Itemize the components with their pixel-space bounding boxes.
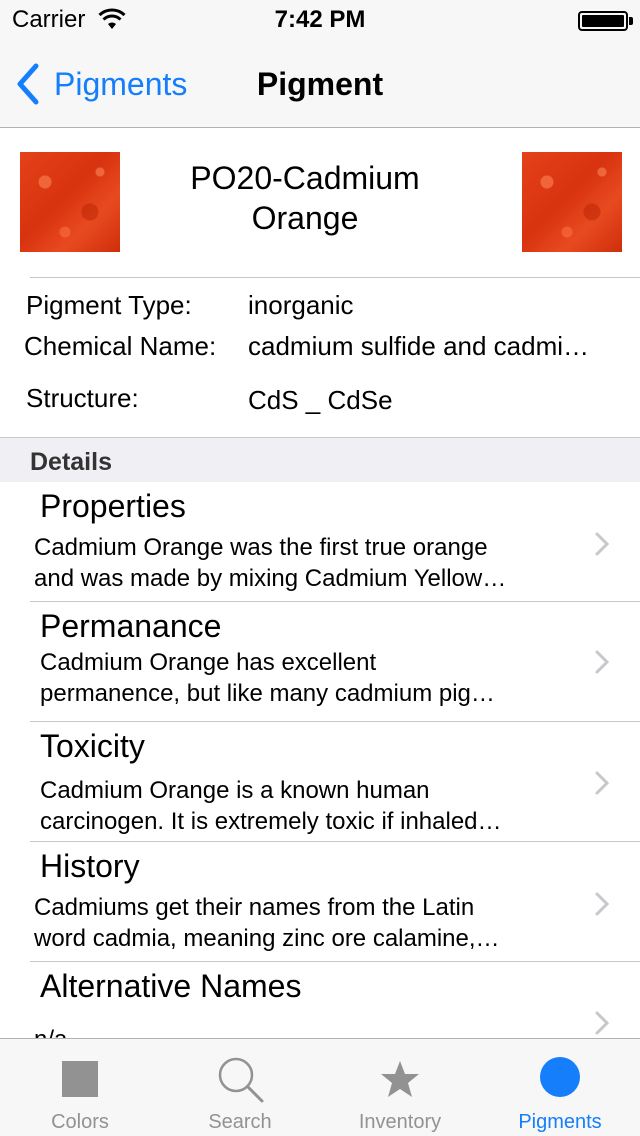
detail-title: History	[40, 848, 140, 884]
tab-label: Inventory	[358, 1111, 442, 1133]
pigment-swatch-image	[20, 152, 120, 252]
detail-text-line1: Cadmium Orange is a known human	[40, 777, 430, 804]
detail-text-line1: Cadmium Orange was the first true orange	[34, 534, 488, 561]
status-bar: Carrier 7:42 PM	[0, 0, 640, 40]
pigment-type-label: Pigment Type:	[26, 290, 192, 320]
structure-label: Structure:	[26, 383, 139, 413]
detail-text-line2: word cadmia, meaning zinc ore calamine,…	[34, 925, 500, 952]
page-title: Pigment	[256, 66, 384, 102]
detail-text-line2: permanence, but like many cadmium pig…	[40, 680, 495, 707]
header-divider	[30, 277, 640, 278]
tab-inventory[interactable]: Inventory	[320, 1039, 480, 1136]
star-icon	[381, 1061, 419, 1097]
square-icon	[62, 1061, 98, 1097]
structure-value: CdS _ CdSe	[248, 385, 393, 415]
chevron-right-icon	[595, 892, 610, 916]
tab-label: Pigments	[518, 1111, 602, 1133]
detail-text-line2: carcinogen. It is extremely toxic if inh…	[40, 808, 502, 835]
status-time: 7:42 PM	[274, 6, 366, 33]
pigment-type-value: inorganic	[248, 290, 354, 320]
detail-title: Toxicity	[40, 728, 145, 764]
detail-text-line1: Cadmium Orange has excellent	[40, 649, 377, 676]
tab-label: Colors	[51, 1111, 109, 1133]
detail-row-permanance[interactable]: Permanance Cadmium Orange has excellent …	[0, 602, 640, 722]
pigment-name-line2: Orange	[251, 200, 359, 236]
chemical-name-label: Chemical Name:	[24, 331, 217, 361]
chevron-right-icon	[595, 1011, 610, 1035]
tab-search[interactable]: Search	[160, 1039, 320, 1136]
detail-row-properties[interactable]: Properties Cadmium Orange was the first …	[0, 482, 640, 602]
detail-title: Alternative Names	[40, 968, 302, 1004]
circle-icon	[540, 1057, 580, 1097]
detail-row-toxicity[interactable]: Toxicity Cadmium Orange is a known human…	[0, 722, 640, 842]
chevron-right-icon	[595, 650, 610, 674]
battery-tip	[629, 17, 633, 25]
tab-colors[interactable]: Colors	[0, 1039, 160, 1136]
magnifier-icon	[218, 1057, 264, 1103]
detail-title: Properties	[40, 488, 186, 524]
chevron-right-icon	[595, 771, 610, 795]
tab-pigments[interactable]: Pigments	[480, 1039, 640, 1136]
section-header: Details	[0, 437, 640, 482]
section-title: Details	[30, 448, 112, 476]
pigment-name: PO20-Cadmium Orange	[150, 158, 460, 238]
detail-text-line2: and was made by mixing Cadmium Yellow…	[34, 565, 507, 592]
tab-bar: Colors Search Inventory Pigments	[0, 1038, 640, 1136]
chemical-name-value: cadmium sulfide and cadmium selenide	[248, 331, 602, 361]
chevron-right-icon	[595, 532, 610, 556]
detail-text-line1: Cadmiums get their names from the Latin	[34, 894, 475, 921]
navigation-bar: Pigments Pigment	[0, 40, 640, 128]
tab-label: Search	[208, 1111, 272, 1133]
detail-title: Permanance	[40, 608, 222, 644]
detail-row-history[interactable]: History Cadmiums get their names from th…	[0, 842, 640, 962]
pigment-name-line1: PO20-Cadmium	[190, 160, 420, 196]
battery-icon	[578, 11, 628, 31]
pigment-swatch-image-right	[522, 152, 622, 252]
